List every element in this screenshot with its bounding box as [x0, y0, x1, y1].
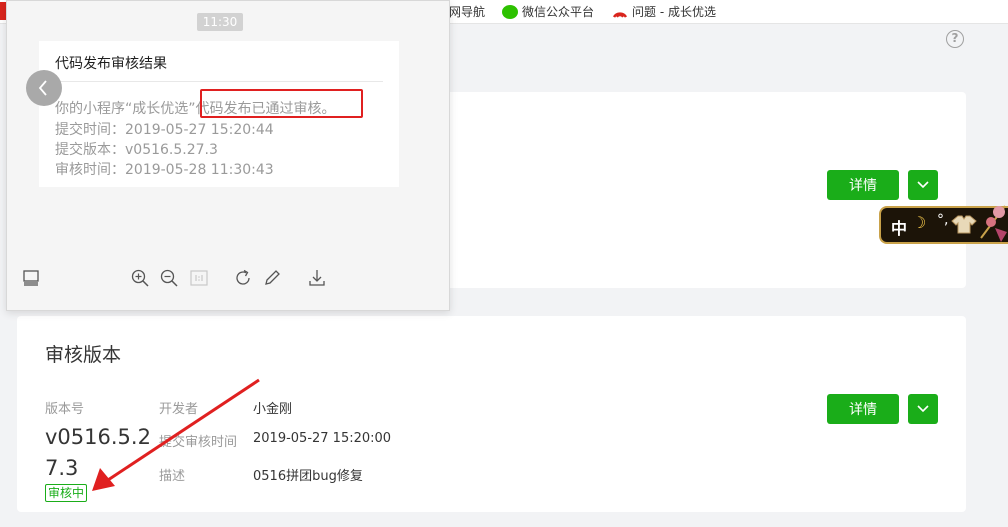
skin-icon[interactable]: [951, 214, 977, 234]
rotate-icon[interactable]: [233, 268, 253, 288]
submit-time-label: 提交审核时间: [159, 435, 238, 450]
submit-time-value: 2019-05-27 15:20:00: [253, 431, 392, 446]
image-viewer: 11:30 代码发布审核结果 你的小程序“成长优选”代码发布已通过审核。 提交时…: [6, 0, 450, 311]
help-icon[interactable]: ?: [946, 30, 964, 48]
chevron-down-icon: [917, 405, 929, 413]
detail-button[interactable]: 详情: [827, 394, 899, 424]
chevron-down-icon: [917, 181, 929, 189]
version-number: v0516.5.27.3: [45, 425, 151, 480]
zoom-in-icon[interactable]: [130, 268, 150, 288]
message-time: 11:30: [197, 13, 243, 31]
edit-icon[interactable]: [262, 268, 282, 288]
bookmark-wechat[interactable]: 微信公众平台: [502, 4, 594, 20]
download-icon[interactable]: [307, 268, 327, 288]
version-label: 版本号: [45, 402, 85, 417]
description-label: 描述: [159, 469, 186, 484]
actual-size-icon: [190, 270, 208, 286]
description-value: 0516拼团bug修复: [253, 469, 363, 484]
previous-button[interactable]: [26, 70, 62, 106]
mascot-icon: [980, 205, 1007, 242]
ime-punct[interactable]: °,: [937, 212, 948, 228]
thumbnail-icon[interactable]: [21, 268, 41, 288]
more-dropdown-button[interactable]: [908, 170, 938, 200]
ime-toolbar[interactable]: 中 ☽ °,: [879, 205, 1008, 244]
more-dropdown-button[interactable]: [908, 394, 938, 424]
review-version-card: 审核版本 版本号 v0516.5.27.3 审核中 开发者 小金刚 提交审核时间…: [17, 316, 966, 512]
bookmark-label: 问题 - 成长优选: [632, 5, 716, 19]
moon-icon[interactable]: ☽: [912, 213, 926, 232]
developer-value: 小金刚: [253, 402, 293, 417]
annotation-highlight-box: [200, 89, 363, 118]
status-badge: 审核中: [45, 484, 88, 502]
bookmark-question[interactable]: 问题 - 成长优选: [612, 4, 716, 20]
developer-label: 开发者: [159, 402, 199, 417]
divider: [55, 81, 383, 82]
arc-icon: [612, 12, 628, 18]
detail-button[interactable]: 详情: [827, 170, 899, 200]
bookmark-label: 网导航: [449, 5, 486, 19]
message-title: 代码发布审核结果: [55, 56, 167, 72]
bookmark-nav[interactable]: 网导航: [449, 4, 485, 20]
submit-version-line: 提交版本：v0516.5.27.3: [55, 142, 218, 158]
chevron-left-icon: [38, 80, 47, 96]
wechat-icon: [502, 5, 518, 19]
zoom-out-icon[interactable]: [159, 268, 179, 288]
section-title: 审核版本: [45, 344, 122, 366]
bookmark-label: 微信公众平台: [522, 5, 595, 19]
review-time-line: 审核时间：2019-05-28 11:30:43: [55, 162, 274, 178]
ime-mode[interactable]: 中: [891, 215, 907, 239]
submit-time-line: 提交时间：2019-05-27 15:20:44: [55, 122, 274, 138]
